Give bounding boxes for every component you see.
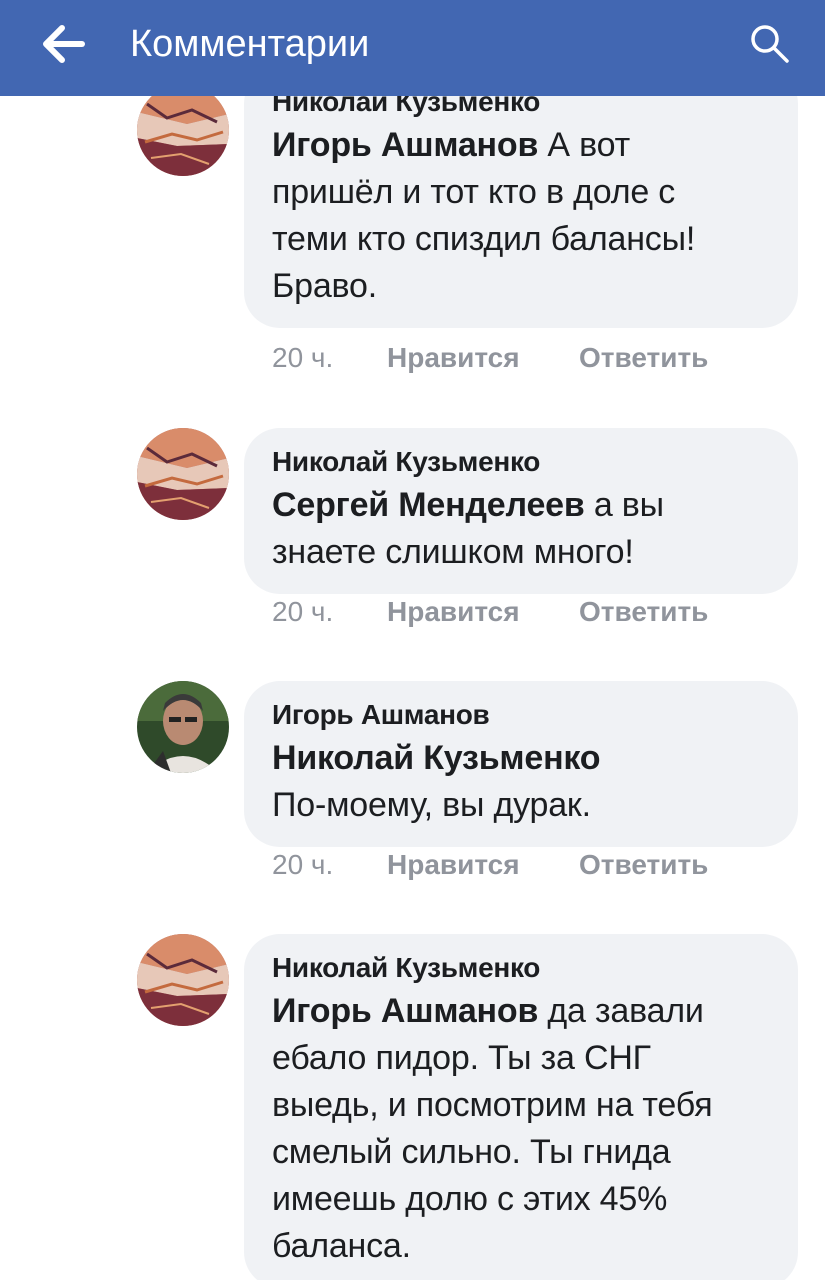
comments-list: Николай Кузьменко Игорь Ашманов А вот при… — [0, 96, 825, 1280]
comment-text: Игорь Ашманов А вот пришёл и тот кто в до… — [272, 126, 696, 305]
comment-bubble: Николай Кузьменко Игорь Ашманов да завал… — [244, 934, 798, 1280]
comment-text: Игорь Ашманов да завали ебало пидор. Ты з… — [272, 992, 713, 1265]
like-button[interactable]: Нравится — [387, 847, 579, 883]
comment-text: Николай Кузьменко По-моему, вы дурак. — [272, 739, 601, 824]
mention-link[interactable]: Сергей Менделеев — [272, 486, 585, 524]
avatar[interactable] — [137, 934, 229, 1026]
comment-actions: 20 ч. Нравится Ответить — [272, 847, 708, 883]
comment-time: 20 ч. — [272, 342, 334, 373]
avatar[interactable] — [137, 428, 229, 520]
reply-button[interactable]: Ответить — [579, 849, 708, 880]
comment-bubble: Николай Кузьменко Игорь Ашманов А вот при… — [244, 96, 798, 328]
comment-time: 20 ч. — [272, 849, 334, 880]
like-button[interactable]: Нравится — [387, 594, 579, 630]
comment-author[interactable]: Николай Кузьменко — [272, 442, 772, 482]
comment-text: Сергей Менделеев а вы знаете слишком мног… — [272, 486, 664, 571]
comment-time: 20 ч. — [272, 596, 334, 627]
back-button[interactable] — [40, 22, 90, 66]
arrow-left-icon — [43, 25, 85, 63]
reply-button[interactable]: Ответить — [579, 342, 708, 373]
search-button[interactable] — [748, 22, 792, 66]
avatar[interactable] — [137, 96, 229, 176]
search-icon — [751, 25, 789, 63]
mention-link[interactable]: Игорь Ашманов — [272, 992, 538, 1030]
comment-author[interactable]: Николай Кузьменко — [272, 96, 772, 122]
mention-link[interactable]: Игорь Ашманов — [272, 126, 538, 164]
comment-bubble: Игорь Ашманов Николай Кузьменко По-моему,… — [244, 681, 798, 847]
reply-button[interactable]: Ответить — [579, 596, 708, 627]
comment-author[interactable]: Николай Кузьменко — [272, 948, 772, 988]
comment-bubble: Николай Кузьменко Сергей Менделеев а вы з… — [244, 428, 798, 594]
page-title: Комментарии — [130, 23, 370, 65]
comment-author[interactable]: Игорь Ашманов — [272, 695, 772, 735]
mention-link[interactable]: Николай Кузьменко — [272, 739, 601, 777]
comment-actions: 20 ч. Нравится Ответить — [272, 340, 708, 376]
avatar[interactable] — [137, 681, 229, 773]
like-button[interactable]: Нравится — [387, 340, 579, 376]
comment-actions: 20 ч. Нравится Ответить — [272, 594, 708, 630]
app-bar: Комментарии — [0, 0, 825, 96]
